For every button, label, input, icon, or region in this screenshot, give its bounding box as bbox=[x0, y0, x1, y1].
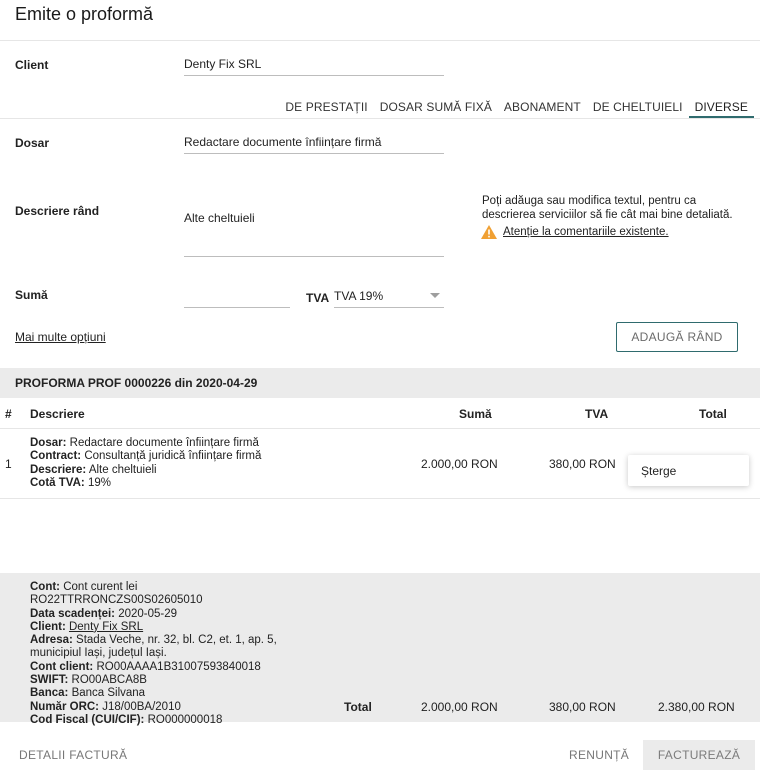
client-field[interactable]: Denty Fix SRL bbox=[184, 56, 444, 76]
col-header-descriere: Descriere bbox=[30, 407, 85, 421]
client-value: Denty Fix SRL bbox=[184, 57, 262, 71]
more-options-link[interactable]: Mai multe opțiuni bbox=[15, 330, 106, 344]
row-contract-label: Contract: bbox=[30, 450, 82, 463]
cif-value: RO000000018 bbox=[147, 713, 223, 726]
warning-link[interactable]: Atenție la comentariile existente. bbox=[481, 225, 669, 239]
footer-client-label: Client: bbox=[30, 620, 66, 633]
tab-diverse[interactable]: DIVERSE bbox=[688, 100, 754, 118]
banca-value: Banca Silvana bbox=[71, 687, 146, 700]
row-dosar: Redactare documente înființare firmă bbox=[69, 437, 259, 449]
col-header-suma: Sumă bbox=[459, 407, 492, 421]
table-row-description: Dosar: Redactare documente înființare fi… bbox=[30, 437, 261, 490]
tab-abonament[interactable]: ABONAMENT bbox=[498, 100, 587, 118]
add-row-button[interactable]: ADAUGĂ RÂND bbox=[616, 322, 738, 352]
tva-select[interactable]: TVA 19% bbox=[334, 286, 444, 308]
type-tabs: DE PRESTAȚII DOSAR SUMĂ FIXĂ ABONAMENT D… bbox=[279, 100, 754, 118]
divider bbox=[0, 428, 760, 429]
orc-value: J18/00BA/2010 bbox=[102, 700, 181, 713]
scadenta-value: 2020-05-29 bbox=[118, 607, 178, 620]
page-title: Emite o proformă bbox=[15, 4, 154, 24]
dosar-label: Dosar bbox=[15, 136, 50, 150]
col-header-tva: TVA bbox=[585, 407, 609, 421]
total-tva: 380,00 RON bbox=[549, 700, 616, 714]
banca-label: Banca: bbox=[30, 687, 69, 700]
cont-label: Cont: bbox=[30, 581, 61, 593]
swift-label: SWIFT: bbox=[30, 674, 69, 687]
row-contract: Consultanță juridică înființare firmă bbox=[84, 450, 262, 463]
tab-de-prestatii[interactable]: DE PRESTAȚII bbox=[279, 100, 373, 118]
col-header-index: # bbox=[5, 407, 12, 421]
tab-dosar-suma-fixa[interactable]: DOSAR SUMĂ FIXĂ bbox=[374, 100, 498, 118]
descriere-value: Alte cheltuieli bbox=[184, 211, 255, 225]
row-index: 1 bbox=[5, 457, 12, 471]
row-dosar-label: Dosar: bbox=[30, 437, 67, 449]
divider bbox=[0, 118, 760, 119]
warning-icon bbox=[481, 225, 497, 239]
descriere-label: Descriere rând bbox=[15, 204, 100, 218]
adresa-label: Adresa: bbox=[30, 634, 73, 647]
total-suma: 2.000,00 RON bbox=[421, 700, 498, 714]
warning-link-text: Atenție la comentariile existente. bbox=[503, 226, 669, 238]
cancel-button[interactable]: RENUNȚĂ bbox=[569, 748, 629, 762]
invoice-button[interactable]: FACTUREAZĂ bbox=[643, 740, 755, 770]
proforma-title: PROFORMA PROF 0000226 din 2020-04-29 bbox=[15, 376, 258, 390]
row-tva: 380,00 RON bbox=[549, 457, 616, 471]
cif-label: Cod Fiscal (CUI/CIF): bbox=[30, 713, 145, 726]
delete-row-menu-item[interactable]: Șterge bbox=[628, 455, 749, 486]
dosar-value: Redactare documente înființare firmă bbox=[184, 135, 382, 149]
row-descriere: Alte cheltuieli bbox=[88, 463, 157, 476]
total-label: Total bbox=[344, 700, 372, 714]
row-cota-label: Cotă TVA: bbox=[30, 476, 85, 489]
total-value: 2.380,00 RON bbox=[658, 700, 735, 714]
cont-client-label: Cont client: bbox=[30, 660, 94, 673]
footer-client-link[interactable]: Denty Fix SRL bbox=[69, 621, 143, 633]
tab-de-cheltuieli[interactable]: DE CHELTUIELI bbox=[587, 100, 689, 118]
col-header-total: Total bbox=[699, 407, 727, 421]
divider bbox=[0, 498, 760, 499]
tva-value: TVA 19% bbox=[334, 289, 384, 303]
suma-input[interactable] bbox=[184, 286, 290, 308]
chevron-down-icon bbox=[430, 293, 440, 298]
cont-client-value: RO00AAAA1B31007593840018 bbox=[96, 660, 261, 673]
orc-label: Număr ORC: bbox=[30, 700, 100, 713]
swift-value: RO00ABCA8B bbox=[71, 674, 147, 687]
invoice-details-button[interactable]: DETALII FACTURĂ bbox=[19, 748, 127, 762]
row-cota: 19% bbox=[87, 476, 111, 489]
invoice-details: Cont: Cont curent lei RO22TTRRONCZS00S02… bbox=[30, 581, 310, 727]
description-hint: Poți adăuga sau modifica textul, pentru … bbox=[482, 195, 733, 221]
dosar-field[interactable]: Redactare documente înființare firmă bbox=[184, 134, 444, 154]
suma-label: Sumă bbox=[15, 288, 48, 302]
row-descriere-label: Descriere: bbox=[30, 463, 87, 476]
tva-label: TVA bbox=[306, 291, 330, 305]
scadenta-label: Data scadenței: bbox=[30, 607, 116, 620]
client-label: Client bbox=[15, 58, 49, 72]
row-suma: 2.000,00 RON bbox=[421, 457, 498, 471]
divider bbox=[0, 40, 760, 41]
descriere-textarea[interactable]: Alte cheltuieli bbox=[184, 209, 444, 257]
